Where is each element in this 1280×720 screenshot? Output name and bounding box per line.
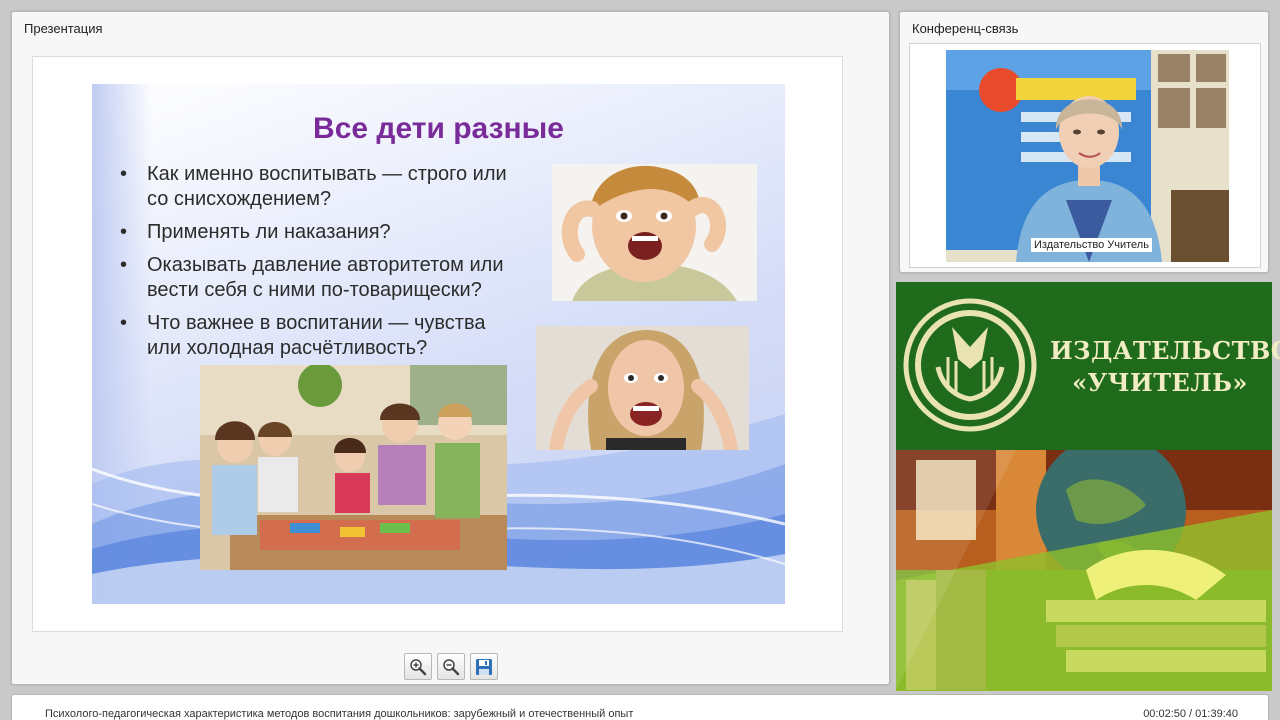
zoom-out-button[interactable] xyxy=(437,653,465,680)
presentation-panel-title: Презентация xyxy=(24,21,103,36)
video-frame: Издательство Учитель xyxy=(909,43,1261,268)
publisher-books-image xyxy=(896,450,1272,691)
footer-bar: Психолого-педагогическая характеристика … xyxy=(11,694,1269,720)
screaming-child-photo xyxy=(552,164,757,301)
conference-panel-title: Конференц-связь xyxy=(912,21,1019,36)
publisher-banner: ИЗДАТЕЛЬСТВО «УЧИТЕЛЬ» xyxy=(896,282,1280,450)
publisher-name-line2: «УЧИТЕЛЬ» xyxy=(1072,368,1248,397)
zoom-out-icon xyxy=(443,658,460,675)
playback-time: 00:02:50 / 01:39:40 xyxy=(1143,708,1238,720)
publisher-logo xyxy=(903,298,1037,432)
screaming-woman-photo xyxy=(536,326,749,450)
zoom-in-icon xyxy=(410,658,427,675)
save-button[interactable] xyxy=(470,653,498,680)
slide-bullet: Оказывать давление авторитетом или вести… xyxy=(120,253,520,303)
webinar-title: Психолого-педагогическая характеристика … xyxy=(45,708,634,720)
presentation-panel: Презентация Все дети разные Как именно в… xyxy=(11,11,890,685)
conference-panel: Конференц-связь Издательство Учитель xyxy=(899,11,1269,273)
slide-title: Все дети разные xyxy=(313,112,564,145)
slide-bullet: Что важнее в воспитании — чувства или хо… xyxy=(120,311,520,361)
classroom-children-photo xyxy=(200,365,507,570)
publisher-name-line1: ИЗДАТЕЛЬСТВО xyxy=(1050,336,1280,365)
slide: Все дети разные Как именно воспитывать —… xyxy=(92,84,785,604)
slide-viewer[interactable]: Все дети разные Как именно воспитывать —… xyxy=(32,56,843,632)
slide-bullet: Применять ли наказания? xyxy=(120,220,520,245)
save-icon xyxy=(476,658,492,675)
speaker-caption: Издательство Учитель xyxy=(1031,238,1152,252)
slide-bullet-list: Как именно воспитывать — строго или со с… xyxy=(120,162,520,369)
slide-bullet: Как именно воспитывать — строго или со с… xyxy=(120,162,520,212)
zoom-in-button[interactable] xyxy=(404,653,432,680)
speaker-video[interactable]: Издательство Учитель xyxy=(946,50,1229,262)
